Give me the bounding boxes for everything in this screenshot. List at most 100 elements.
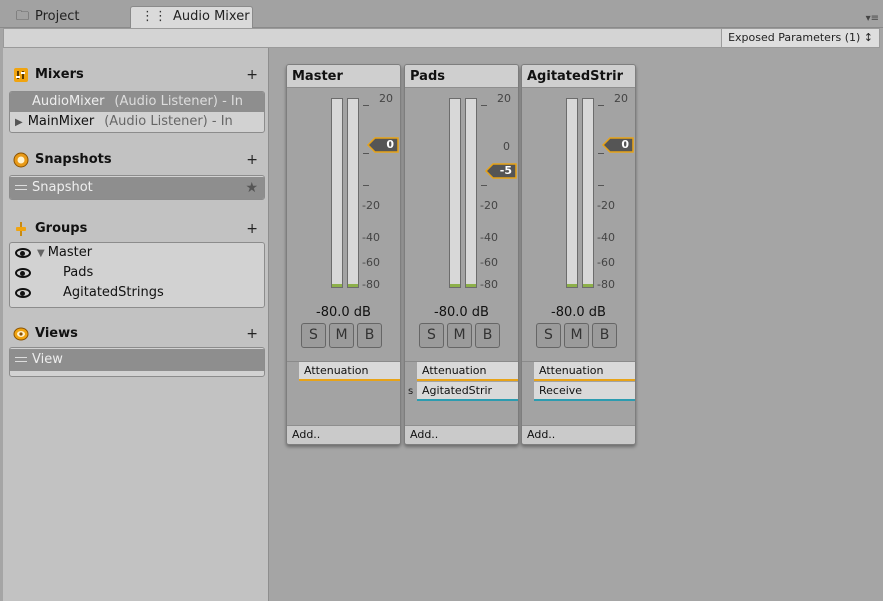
tab-project[interactable]: 🗀 Project (6, 7, 90, 28)
visibility-eye-icon[interactable] (15, 267, 31, 278)
scale-mark (481, 105, 487, 106)
visibility-eye-icon[interactable] (15, 287, 31, 298)
scale-label: -20 (597, 199, 615, 212)
scale-mark (598, 153, 604, 154)
scale-label: 20 (614, 92, 628, 105)
mixer-sidebar: Mixers + AudioMixer (Audio Listener) - In… (3, 48, 269, 601)
mixer-strip-master: Master 20 -20 -40 -60 -80 0 -80.0 dB S M… (286, 64, 401, 445)
effect-send-agitatedstrings[interactable]: AgitatedStrir (417, 382, 518, 401)
mixer-detail: (Audio Listener) - In (104, 114, 233, 129)
mixer-strip-agitatedstrings: AgitatedStrir 20 -20 -40 -60 -80 0 -80.0… (521, 64, 636, 445)
group-name: Master (47, 245, 93, 260)
strip-title: Master (287, 65, 400, 88)
add-group-button[interactable]: + (246, 220, 258, 238)
bypass-button[interactable]: B (592, 323, 617, 348)
effect-attenuation[interactable]: Attenuation (534, 362, 635, 381)
view-name: View (32, 352, 63, 367)
tab-menu-icon[interactable]: ▾≡ (866, 13, 879, 24)
tab-audio-mixer-label: Audio Mixer (173, 9, 250, 24)
visibility-eye-icon[interactable] (15, 247, 31, 258)
scale-label: -60 (597, 256, 615, 269)
views-icon (13, 326, 29, 342)
scale-label: 0 (503, 140, 510, 153)
add-effect-button[interactable]: Add.. (405, 425, 518, 444)
solo-button[interactable]: S (301, 323, 326, 348)
groups-header: Groups (13, 220, 87, 238)
effects-area: Attenuation s AgitatedStrir (405, 361, 518, 424)
scale-label: -60 (362, 256, 380, 269)
scale-label: -40 (480, 231, 498, 244)
mixer-item-mainmixer[interactable]: ▶ MainMixer (Audio Listener) - In (10, 112, 264, 132)
mixers-icon (13, 67, 29, 83)
drag-handle-icon[interactable] (15, 357, 27, 362)
add-mixer-button[interactable]: + (246, 66, 258, 84)
exposed-parameters-dropdown[interactable]: Exposed Parameters (1) ↕ (721, 29, 879, 47)
group-item-agitatedstrings[interactable]: AgitatedStrings (10, 283, 264, 303)
tab-audio-mixer[interactable]: ⋮⋮ Audio Mixer (130, 6, 253, 28)
groups-icon (13, 221, 29, 237)
views-title: Views (35, 326, 78, 341)
scale-label: 20 (497, 92, 511, 105)
bypass-button[interactable]: B (475, 323, 500, 348)
meter-scale: 20 0 -20 -40 -60 -80 (405, 93, 518, 293)
solo-button[interactable]: S (536, 323, 561, 348)
scale-label: -40 (362, 231, 380, 244)
mixer-item-audiomixer[interactable]: AudioMixer (Audio Listener) - In (10, 92, 264, 112)
mute-button[interactable]: M (564, 323, 589, 348)
bypass-button[interactable]: B (357, 323, 382, 348)
scale-mark (598, 105, 604, 106)
level-readout: -80.0 dB (316, 305, 371, 320)
mute-button[interactable]: M (329, 323, 354, 348)
effect-attenuation[interactable]: Attenuation (299, 362, 400, 381)
strip-title: Pads (405, 65, 518, 88)
volume-fader-handle[interactable]: -5 (485, 163, 517, 179)
groups-list: ▼ Master Pads AgitatedStrings (9, 242, 265, 308)
effect-attenuation[interactable]: Attenuation (417, 362, 518, 381)
drag-handle-icon[interactable] (15, 185, 27, 190)
scale-label: -60 (480, 256, 498, 269)
scale-label: -80 (362, 278, 380, 291)
add-effect-button[interactable]: Add.. (287, 425, 400, 444)
scale-label: -40 (597, 231, 615, 244)
group-item-master[interactable]: ▼ Master (10, 243, 264, 263)
snapshot-item[interactable]: Snapshot ★ (10, 177, 264, 199)
volume-fader-handle[interactable]: 0 (367, 137, 399, 153)
mixers-title: Mixers (35, 67, 84, 82)
level-readout: -80.0 dB (551, 305, 606, 320)
add-snapshot-button[interactable]: + (246, 151, 258, 169)
mixers-header: Mixers (13, 66, 84, 84)
expand-arrow-icon[interactable]: ▶ (15, 117, 23, 128)
snapshots-icon (13, 152, 29, 168)
view-item[interactable]: View (10, 349, 264, 371)
add-view-button[interactable]: + (246, 325, 258, 343)
groups-title: Groups (35, 221, 88, 236)
solo-button[interactable]: S (419, 323, 444, 348)
add-effect-button[interactable]: Add.. (522, 425, 635, 444)
effects-area: Attenuation Receive (522, 361, 635, 424)
views-header: Views (13, 325, 78, 343)
group-item-pads[interactable]: Pads (10, 263, 264, 283)
snapshots-list: Snapshot ★ (9, 175, 265, 200)
star-icon[interactable]: ★ (245, 177, 258, 199)
volume-fader-handle[interactable]: 0 (602, 137, 634, 153)
mixer-detail: (Audio Listener) - In (114, 94, 243, 109)
effect-receive[interactable]: Receive (534, 382, 635, 401)
toolbar: Exposed Parameters (1) ↕ (3, 28, 880, 48)
mute-button[interactable]: M (447, 323, 472, 348)
smb-buttons: S M B (419, 323, 500, 348)
collapse-arrow-icon[interactable]: ▼ (37, 248, 45, 259)
scale-mark (481, 185, 487, 186)
snapshots-title: Snapshots (35, 152, 112, 167)
scale-label: -20 (362, 199, 380, 212)
views-list: View (9, 347, 265, 377)
scale-mark (363, 105, 369, 106)
scale-label: -20 (480, 199, 498, 212)
snapshots-header: Snapshots (13, 151, 112, 169)
fader-value: 0 (386, 138, 394, 151)
fader-value: -5 (499, 164, 512, 177)
mixer-name: MainMixer (27, 114, 95, 129)
folder-icon: 🗀 (16, 9, 30, 24)
send-marker: s (408, 386, 414, 397)
mixers-list: AudioMixer (Audio Listener) - In ▶ MainMix… (9, 91, 265, 133)
strip-title: AgitatedStrir (522, 65, 635, 88)
